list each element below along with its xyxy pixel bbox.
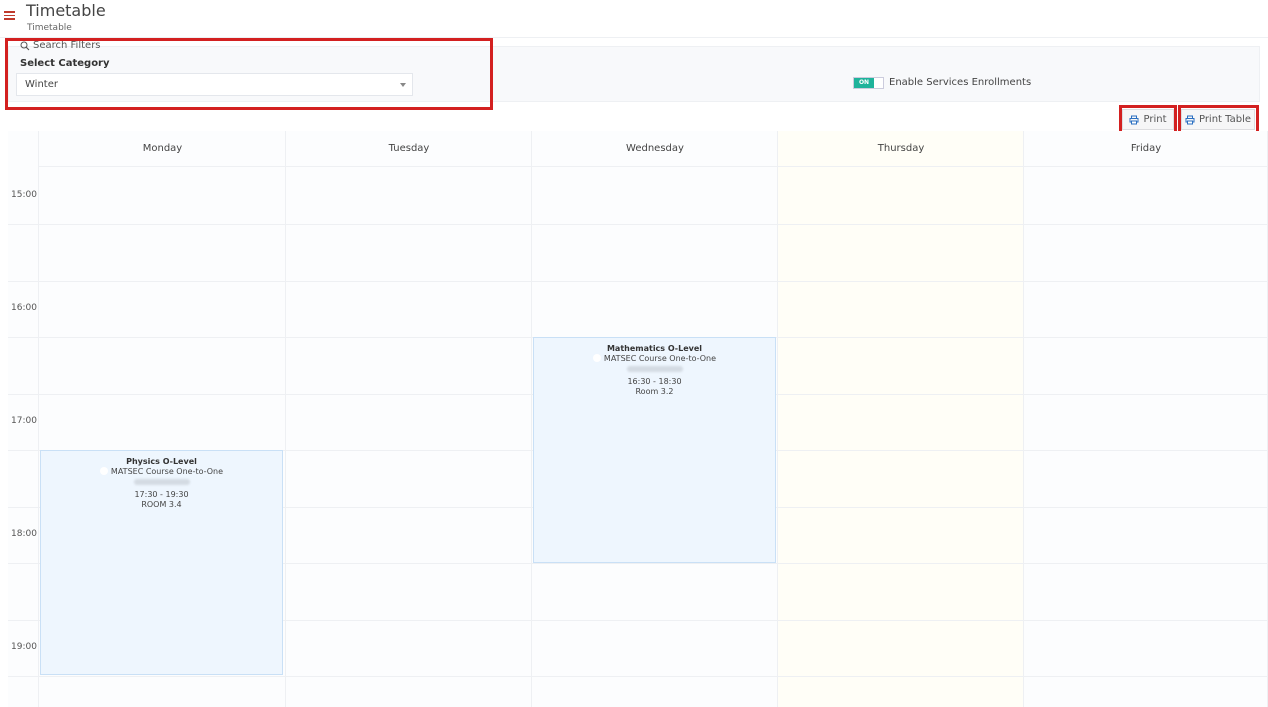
print-table-highlight [1178,105,1259,134]
event-time: 16:30 - 18:30 [627,377,682,386]
filter-highlight [5,38,493,110]
event-room: ROOM 3.4 [141,500,182,509]
dot-icon [592,354,601,362]
time-label: 16:00 [11,303,37,313]
day-header: Thursday [778,131,1024,167]
grid-line [8,676,1268,677]
breadcrumb: Timetable [27,23,72,33]
event-course: MATSEC Course One-to-One [41,467,282,477]
time-label: 19:00 [11,642,37,652]
event-title: Physics O-Level [126,457,197,466]
print-highlight [1119,105,1177,134]
dot-icon [99,467,108,475]
day-header: Wednesday [532,131,778,167]
page-header: Timetable Timetable [0,0,1268,38]
page-title: Timetable [26,1,106,20]
event-course-label: MATSEC Course One-to-One [110,467,224,476]
menu-icon[interactable] [4,11,15,20]
time-label: 15:00 [11,190,37,200]
event-teacher-redacted [41,477,282,490]
event-course: MATSEC Course One-to-One [534,354,775,364]
enable-enrollments-label: Enable Services Enrollments [889,77,1032,88]
day-header: Tuesday [286,131,532,167]
event-time: 17:30 - 19:30 [134,490,189,499]
day-header: Friday [1024,131,1268,167]
event-room: Room 3.2 [635,387,674,396]
time-label: 18:00 [11,529,37,539]
time-label: 17:00 [11,416,37,426]
event-teacher-redacted [534,364,775,377]
event-mathematics[interactable]: Mathematics O-Level MATSEC Course One-to… [533,337,776,563]
day-header: Monday [39,131,286,167]
event-title: Mathematics O-Level [606,344,703,353]
event-physics[interactable]: Physics O-Level MATSEC Course One-to-One… [40,450,283,675]
grid-line [8,224,1268,225]
toggle-state: ON [854,78,874,88]
enable-enrollments-toggle[interactable]: ON [853,77,884,89]
event-course-label: MATSEC Course One-to-One [603,354,717,363]
grid-line [8,281,1268,282]
